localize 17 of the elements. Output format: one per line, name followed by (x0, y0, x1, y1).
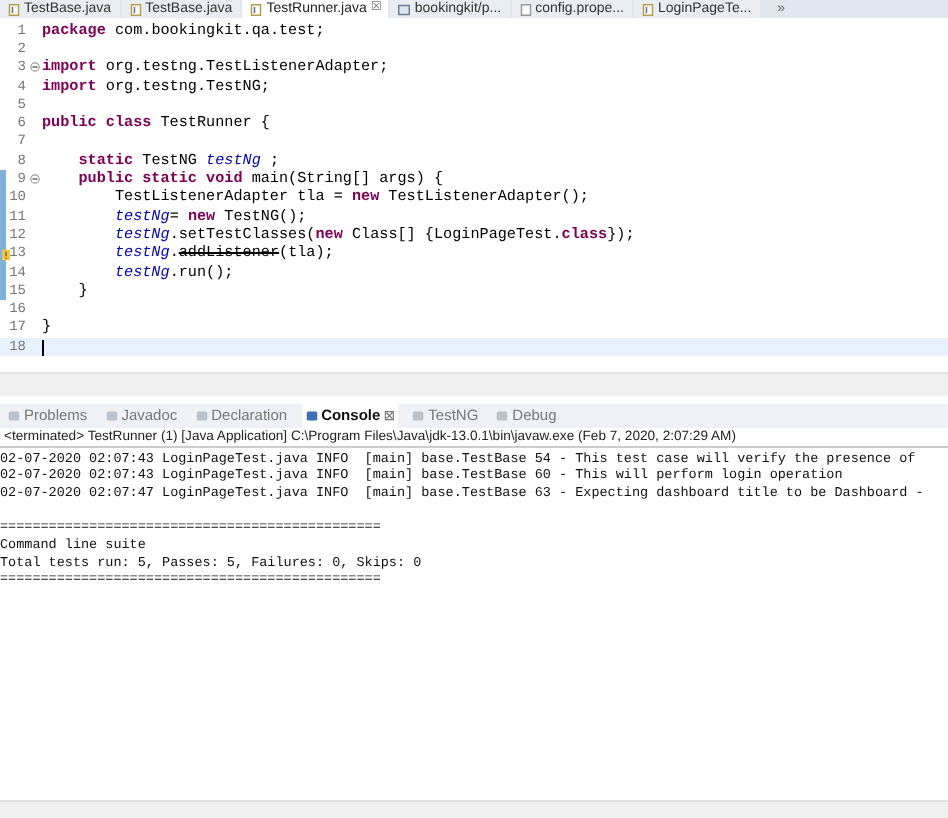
view-icon (105, 409, 118, 421)
view-icon (305, 409, 318, 421)
file-icon (8, 3, 20, 15)
file-icon (398, 3, 411, 15)
fold-icon[interactable] (29, 174, 39, 185)
view-icon (412, 409, 425, 421)
horizontal-scrollbar[interactable] (0, 800, 948, 818)
view-icon (195, 409, 208, 421)
fold-icon[interactable] (29, 62, 39, 73)
horizontal-scrollbar[interactable] (0, 371, 948, 395)
view-icon (496, 409, 509, 421)
file-icon (641, 3, 654, 15)
file-icon (519, 3, 532, 15)
view-icon (8, 409, 20, 421)
file-icon (250, 3, 263, 15)
text-cursor (42, 339, 44, 356)
file-icon (129, 3, 142, 15)
